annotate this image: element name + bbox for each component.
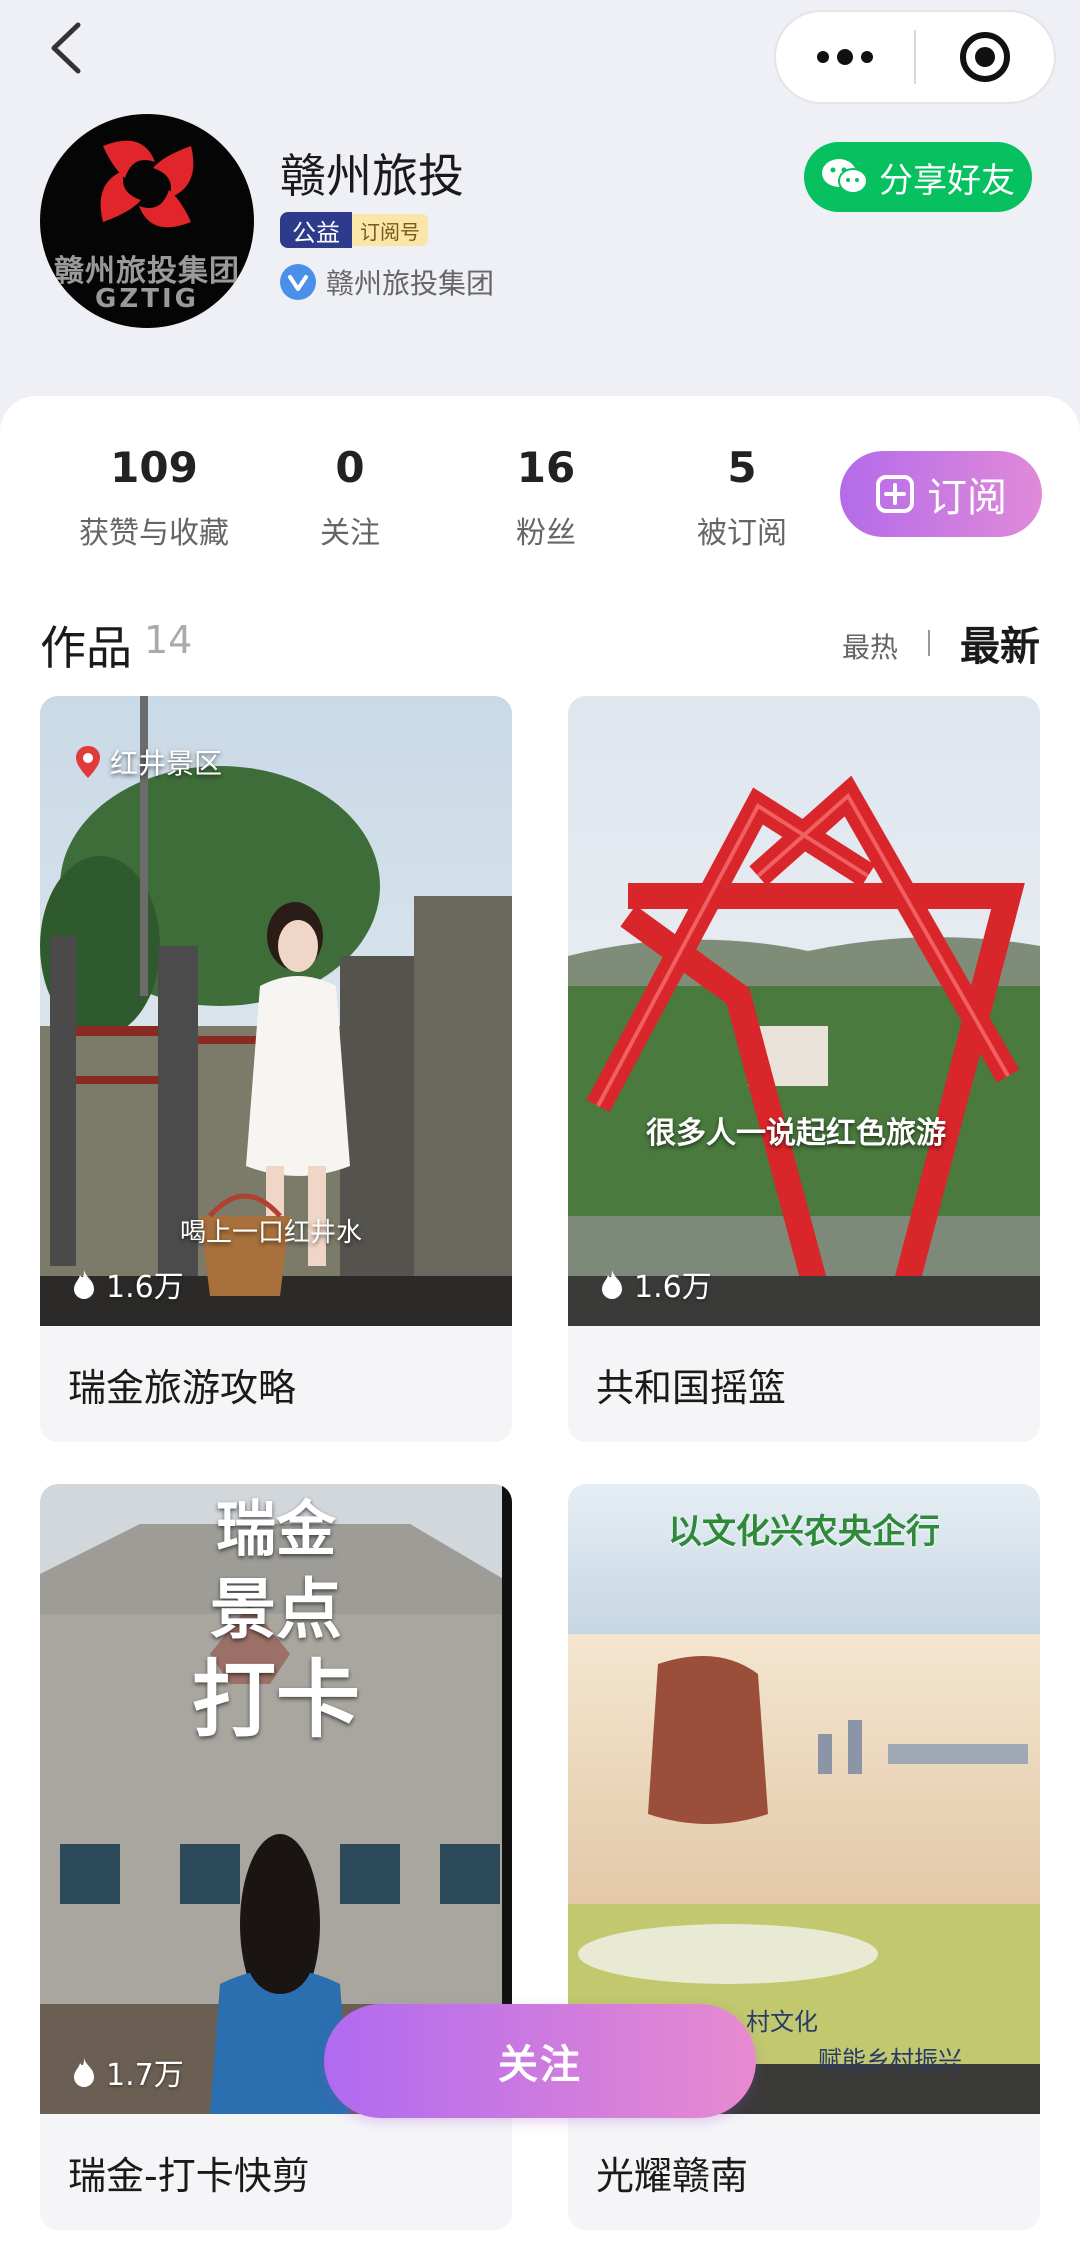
tag-public: 公益 xyxy=(280,212,352,248)
sort-divider xyxy=(928,630,930,656)
tag-subscription: 订阅号 xyxy=(352,214,428,246)
like-count-value: 1.6万 xyxy=(634,1270,712,1305)
chevron-left-icon xyxy=(51,22,81,74)
flame-icon xyxy=(602,1270,622,1299)
stat-following[interactable]: 0 关注 xyxy=(250,440,450,552)
verified-entity-name: 赣州旅投集团 xyxy=(326,267,495,300)
follow-button[interactable]: 关注 xyxy=(324,2004,756,2118)
work-title: 瑞金-打卡快剪 xyxy=(68,2153,310,2198)
back-button[interactable] xyxy=(40,18,90,78)
sort-new-tab[interactable]: 最新 xyxy=(960,614,1040,672)
video-cover-title: 以文化兴农央企行 xyxy=(668,1512,940,1552)
work-card[interactable]: 很多人一说起红色旅游 1.6万 共和国摇篮 xyxy=(568,696,1040,1442)
work-card[interactable]: 红井景区 喝上一口红井水 1.6万 瑞金旅游攻略 xyxy=(40,696,512,1442)
video-subtitle: 喝上一口红井水 xyxy=(180,1218,363,1248)
mini-program-capsule xyxy=(774,10,1056,104)
sort-hot-tab[interactable]: 最热 xyxy=(842,626,898,666)
like-count-value: 1.7万 xyxy=(106,2058,184,2093)
like-count: 1.7万 xyxy=(70,2050,184,2094)
work-card[interactable]: 以文化兴农央企行 村文化 赋能乡村振兴 光耀赣南 xyxy=(568,1484,1040,2230)
video-subtitle: 很多人一说起红色旅游 xyxy=(646,1116,946,1151)
share-label: 分享好友 xyxy=(879,160,1015,201)
more-dots-icon xyxy=(817,49,873,65)
cover-line: 景点 xyxy=(210,1571,342,1648)
works-title: 作品 xyxy=(40,621,132,675)
subscribe-plus-icon xyxy=(876,475,914,513)
stat-label: 粉丝 xyxy=(516,516,576,551)
flame-icon xyxy=(74,1270,94,1299)
account-tags: 公益 订阅号 xyxy=(280,212,428,248)
account-name: 赣州旅投 xyxy=(280,149,464,203)
cover-line: 瑞金 xyxy=(216,1495,336,1565)
stat-likes[interactable]: 109 获赞与收藏 xyxy=(54,440,254,552)
work-title: 共和国摇篮 xyxy=(596,1365,787,1410)
stat-value: 0 xyxy=(335,443,365,492)
works-count: 14 xyxy=(144,618,193,662)
target-close-icon xyxy=(960,32,1010,82)
wechat-icon xyxy=(822,159,868,194)
verified-icon xyxy=(280,264,316,300)
avatar[interactable]: 赣州旅投集团 GZTIG xyxy=(40,114,254,328)
share-friends-button[interactable]: 分享好友 xyxy=(804,142,1032,212)
stat-fans[interactable]: 16 粉丝 xyxy=(446,440,646,552)
stat-subscribed[interactable]: 5 被订阅 xyxy=(642,440,842,552)
like-count: 1.6万 xyxy=(70,1262,184,1306)
video-cover-subtitle: 赋能乡村振兴 xyxy=(818,2046,962,2074)
like-count-value: 1.6万 xyxy=(106,1270,184,1305)
work-title: 光耀赣南 xyxy=(596,2153,749,2198)
work-title: 瑞金旅游攻略 xyxy=(68,1365,297,1410)
location-tag: 红井景区 xyxy=(74,742,222,782)
verified-entity[interactable]: 赣州旅投集团 xyxy=(280,262,494,302)
video-cover-mid: 村文化 xyxy=(746,2008,818,2036)
stat-label: 获赞与收藏 xyxy=(79,516,229,551)
work-thumbnail: 红井景区 喝上一口红井水 1.6万 xyxy=(40,696,512,1326)
stat-value: 5 xyxy=(727,443,757,492)
stat-value: 109 xyxy=(110,443,198,492)
more-button[interactable] xyxy=(776,12,914,102)
subscribe-button[interactable]: 订阅 xyxy=(840,451,1042,537)
stat-label: 被订阅 xyxy=(697,516,787,551)
subscribe-label: 订阅 xyxy=(927,475,1007,521)
work-card[interactable]: 瑞金 景点 打卡 1.7万 瑞金-打卡快剪 xyxy=(40,1484,512,2230)
stat-value: 16 xyxy=(516,443,576,492)
location-label: 红井景区 xyxy=(110,747,223,780)
location-pin-icon xyxy=(76,746,100,778)
work-thumbnail: 很多人一说起红色旅游 1.6万 xyxy=(568,696,1040,1326)
close-button[interactable] xyxy=(916,12,1054,102)
avatar-brand-sub: GZTIG xyxy=(95,284,199,314)
stat-label: 关注 xyxy=(320,516,380,551)
flame-icon xyxy=(74,2058,94,2087)
video-cover-text: 瑞金 景点 打卡 xyxy=(40,1490,512,1750)
like-count: 1.6万 xyxy=(598,1262,712,1306)
cover-line: 打卡 xyxy=(191,1651,360,1749)
